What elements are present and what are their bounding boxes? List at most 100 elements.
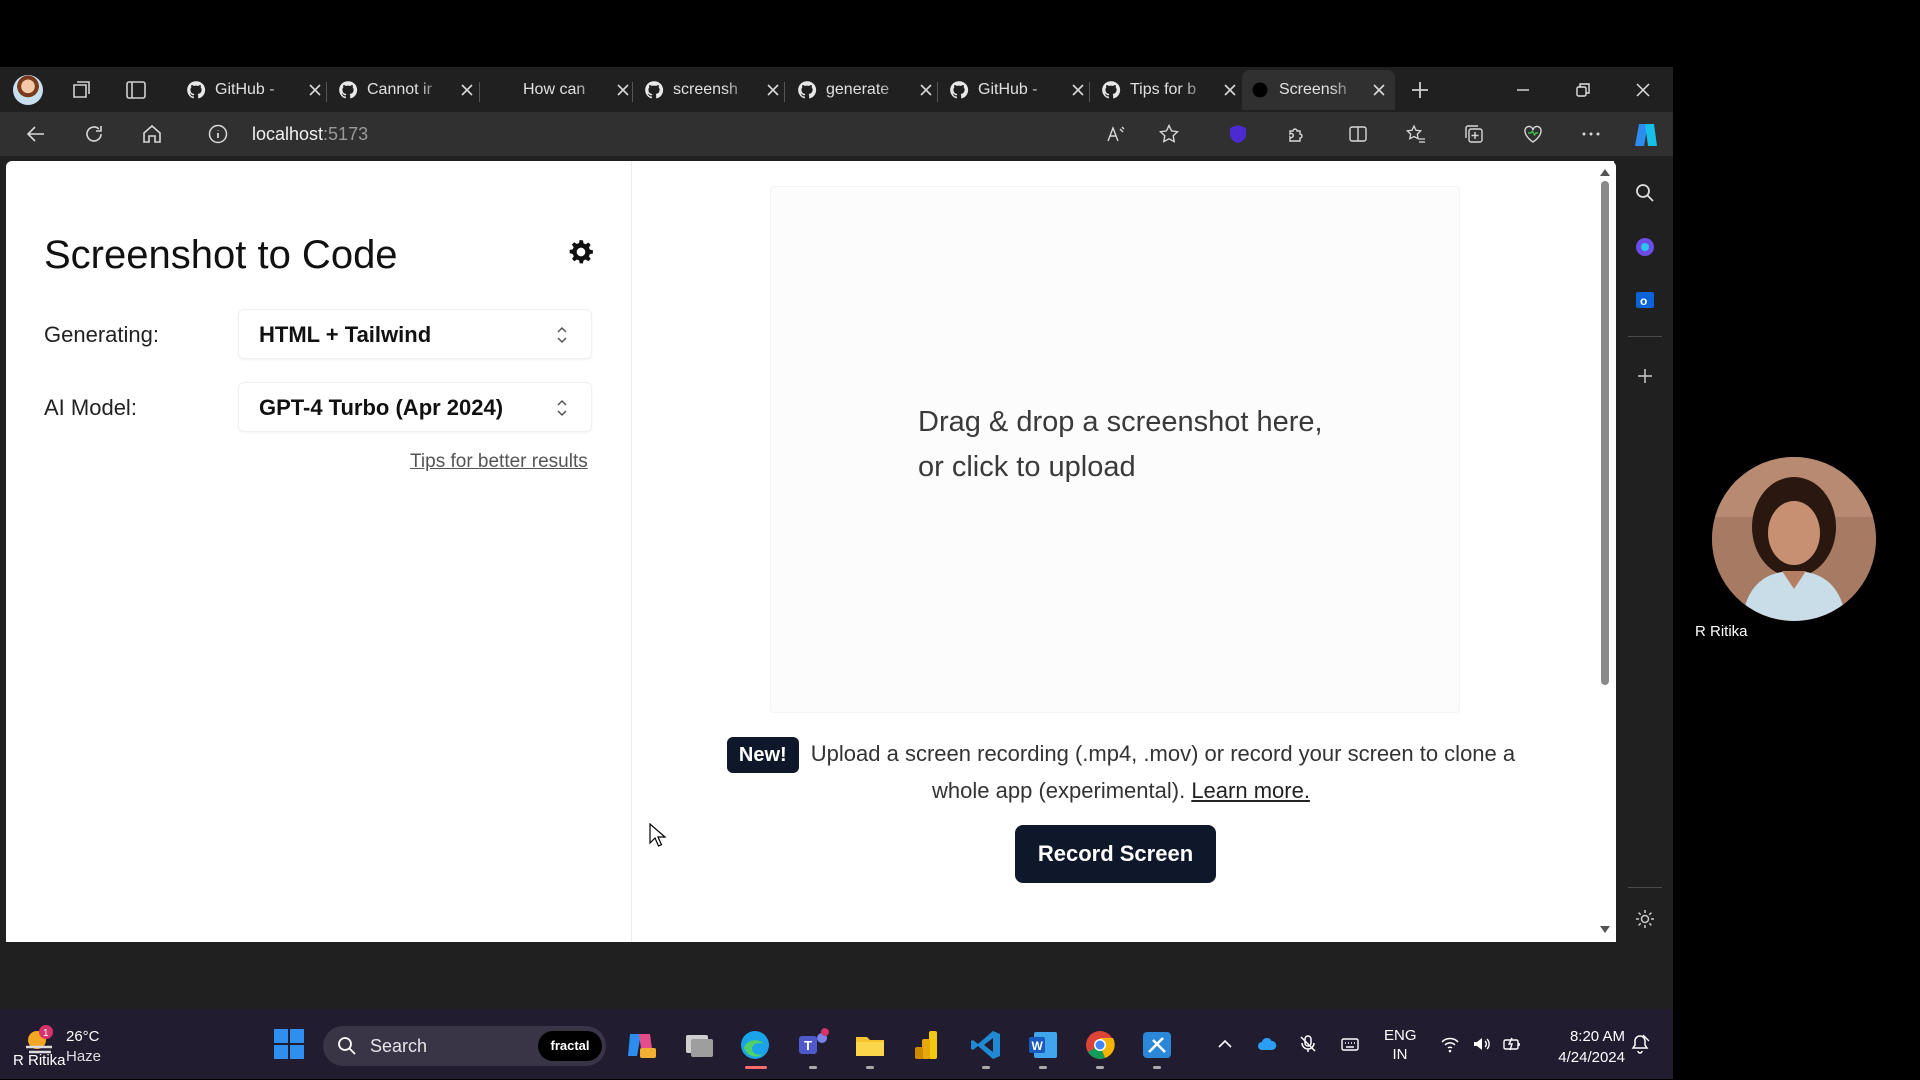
system-clock[interactable]: 8:20 AM 4/24/2024 [1543, 1026, 1625, 1068]
page-scrollbar[interactable] [1596, 161, 1614, 942]
file-explorer-icon[interactable] [853, 1028, 887, 1062]
favorites-icon[interactable] [1405, 123, 1427, 145]
github-icon [339, 81, 358, 99]
learn-more-link[interactable]: Learn more. [1191, 778, 1310, 803]
close-icon[interactable] [1222, 82, 1238, 98]
tips-link[interactable]: Tips for better results [410, 451, 588, 473]
tab-title: Cannot ir [367, 81, 432, 98]
read-aloud-icon[interactable] [1105, 123, 1127, 145]
url-host: localhost [252, 124, 324, 144]
word-icon[interactable]: W [1026, 1028, 1060, 1062]
outlook-icon[interactable]: o [1633, 288, 1657, 312]
weather-alert-count: 1 [43, 1028, 49, 1039]
search-placeholder: Search [370, 1036, 428, 1056]
dot-icon [1252, 82, 1268, 98]
extension-shield-icon[interactable] [1227, 123, 1249, 145]
teams-icon[interactable]: T [796, 1028, 830, 1062]
copilot-preview-icon[interactable] [625, 1028, 659, 1062]
more-menu-icon[interactable] [1580, 123, 1602, 145]
copilot-icon[interactable] [1631, 120, 1661, 150]
minimize-icon[interactable] [1512, 79, 1534, 101]
tab-github-1[interactable]: GitHub - [178, 70, 331, 110]
close-icon[interactable] [765, 82, 781, 98]
battery-charging-icon[interactable] [1502, 1034, 1522, 1054]
presenter-name: R Ritika [13, 1052, 66, 1069]
blank-favicon-icon [494, 80, 514, 100]
back-icon[interactable] [25, 123, 47, 145]
refresh-icon[interactable] [83, 123, 105, 145]
info-icon[interactable] [208, 124, 228, 144]
vertical-tabs-icon[interactable] [124, 78, 148, 102]
scroll-up-icon[interactable] [1599, 167, 1611, 177]
browser-essentials-icon[interactable] [1522, 123, 1544, 145]
tab-github-5[interactable]: GitHub - [941, 70, 1094, 110]
tab-github-2[interactable]: Cannot ir [330, 70, 483, 110]
start-windows-icon[interactable] [272, 1027, 306, 1061]
split-screen-icon[interactable] [1347, 123, 1369, 145]
tab-how-can[interactable]: How can [486, 70, 639, 110]
model-value: GPT-4 Turbo (Apr 2024) [259, 395, 504, 420]
close-icon[interactable] [918, 82, 934, 98]
model-select[interactable]: GPT-4 Turbo (Apr 2024) [238, 382, 592, 432]
snipping-tool-icon[interactable] [1140, 1028, 1174, 1062]
record-screen-button[interactable]: Record Screen [1015, 825, 1216, 883]
search-icon [338, 1037, 356, 1055]
onedrive-cloud-icon[interactable] [1257, 1034, 1277, 1054]
upload-dropzone[interactable]: Drag & drop a screenshot here, or click … [770, 186, 1460, 713]
notification-bell-icon[interactable] [1629, 1033, 1651, 1055]
add-icon[interactable] [1633, 364, 1657, 388]
workspaces-icon[interactable] [69, 78, 93, 102]
generating-value: HTML + Tailwind [259, 322, 432, 347]
weather-temperature[interactable]: 26°C [66, 1028, 100, 1045]
close-icon[interactable] [1070, 82, 1086, 98]
task-view-icon[interactable] [682, 1028, 716, 1062]
weather-description[interactable]: Haze [66, 1048, 101, 1065]
copilot-sidebar-icon[interactable] [1633, 235, 1657, 259]
close-icon[interactable] [615, 82, 631, 98]
scroll-thumb[interactable] [1601, 181, 1609, 685]
new-tab-icon[interactable] [1408, 78, 1432, 102]
url-text[interactable]: localhost:5173 [252, 124, 368, 145]
wifi-icon[interactable] [1440, 1034, 1460, 1054]
vscode-icon[interactable] [969, 1028, 1003, 1062]
sidebar-settings-icon[interactable] [1633, 907, 1657, 931]
volume-icon[interactable] [1471, 1034, 1491, 1054]
power-bi-icon[interactable] [911, 1028, 945, 1062]
participant-video-tile[interactable] [1712, 457, 1876, 621]
collections-icon[interactable] [1463, 123, 1485, 145]
tab-github-3[interactable]: screensh [636, 70, 789, 110]
chevron-up-down-icon [557, 399, 567, 417]
language-code: ENG [1384, 1027, 1417, 1044]
tab-github-4[interactable]: generate [789, 70, 942, 110]
chevron-up-icon[interactable] [1215, 1034, 1235, 1054]
tab-strip: GitHub - Cannot ir How can screensh gene… [0, 67, 1673, 112]
region-code: IN [1392, 1046, 1408, 1063]
search-icon[interactable] [1633, 181, 1657, 205]
keyboard-icon[interactable] [1340, 1034, 1360, 1054]
mic-muted-icon[interactable] [1298, 1034, 1318, 1054]
github-icon [187, 81, 206, 99]
close-icon[interactable] [307, 82, 323, 98]
home-icon[interactable] [141, 123, 163, 145]
restore-icon[interactable] [1572, 79, 1594, 101]
tab-github-6[interactable]: Tips for b [1093, 70, 1246, 110]
chrome-icon[interactable] [1083, 1028, 1117, 1062]
screen-recording-notice: New! Upload a screen recording (.mp4, .m… [706, 736, 1536, 808]
profile-avatar[interactable] [13, 75, 43, 105]
github-icon [950, 81, 969, 99]
tab-screenshot-active[interactable]: Screensh [1242, 70, 1395, 110]
edge-browser-icon[interactable] [738, 1028, 772, 1062]
address-bar[interactable]: localhost:5173 [194, 116, 1094, 152]
scroll-down-icon[interactable] [1599, 925, 1611, 935]
favorite-star-icon[interactable] [1158, 123, 1180, 145]
close-icon[interactable] [459, 82, 475, 98]
window-close-icon[interactable] [1632, 79, 1654, 101]
gear-icon[interactable] [567, 238, 595, 266]
language-indicator[interactable]: ENG IN [1384, 1026, 1417, 1064]
extensions-icon[interactable] [1286, 123, 1308, 145]
tab-title: How can [523, 81, 586, 98]
close-icon[interactable] [1371, 82, 1387, 98]
taskbar-search[interactable]: Search fractal [323, 1026, 606, 1066]
generating-label: Generating: [44, 322, 159, 347]
generating-select[interactable]: HTML + Tailwind [238, 309, 592, 359]
